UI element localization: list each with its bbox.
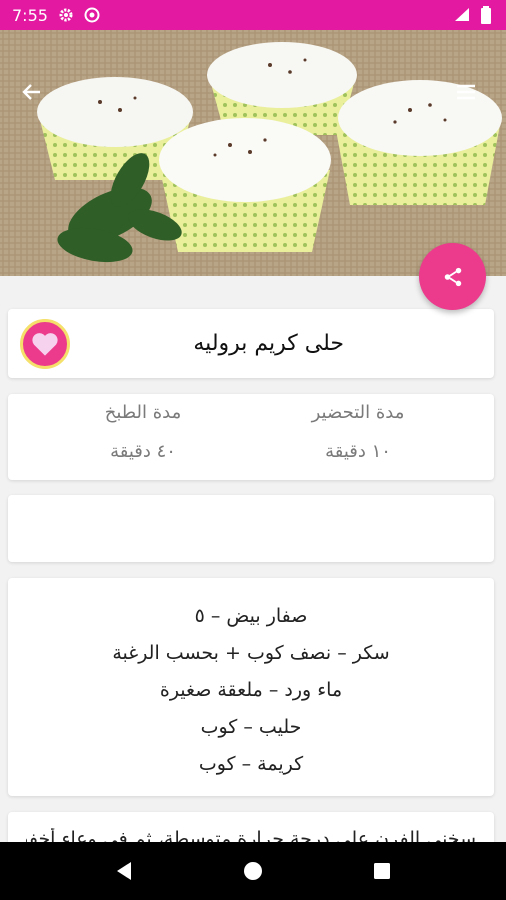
recipe-hero-image <box>0 30 506 276</box>
arrow-left-icon <box>22 84 40 100</box>
prep-time-label: مدة التحضير <box>311 402 405 423</box>
favorite-button[interactable] <box>20 319 70 369</box>
time-card: مدة التحضير ١٠ دقيقة مدة الطبخ ٤٠ دقيقة <box>8 394 494 480</box>
prep-time-value: ١٠ دقيقة <box>325 441 391 462</box>
status-bar: 7:55 <box>0 0 506 30</box>
cook-time-value: ٤٠ دقيقة <box>110 441 176 462</box>
nav-back-button[interactable] <box>104 851 144 891</box>
ingredients-card: صفار بيض – ٥ سكر – نصف كوب + بحسب الرغبة… <box>8 578 494 796</box>
nav-back-icon <box>117 862 132 880</box>
share-button[interactable] <box>419 243 486 310</box>
ingredient-line: سكر – نصف كوب + بحسب الرغبة <box>112 642 390 664</box>
hamburger-menu-icon <box>457 84 475 100</box>
cook-time-label: مدة الطبخ <box>104 402 182 423</box>
ingredient-line: حليب – كوب <box>200 716 302 738</box>
cook-time: مدة الطبخ ٤٠ دقيقة <box>68 394 218 462</box>
nav-home-button[interactable] <box>233 851 273 891</box>
settings-icon <box>58 7 74 23</box>
recipe-title-card: حلى كريم بروليه <box>8 309 494 378</box>
system-nav-bar <box>0 842 506 900</box>
menu-button[interactable] <box>454 80 486 112</box>
ingredient-line: صفار بيض – ٥ <box>194 605 308 627</box>
prep-time: مدة التحضير ١٠ دقيقة <box>278 394 438 462</box>
battery-icon <box>478 6 494 24</box>
back-button[interactable] <box>20 80 52 112</box>
share-icon <box>444 267 461 286</box>
sync-icon <box>84 7 100 23</box>
nav-home-icon <box>243 862 262 880</box>
status-time: 7:55 <box>12 5 48 25</box>
wifi-icon <box>454 7 470 23</box>
ingredient-line: كريمة – كوب <box>198 753 304 775</box>
nav-recents-icon <box>373 863 390 879</box>
ingredient-line: ماء ورد – ملعقة صغيرة <box>159 679 343 701</box>
empty-card <box>8 495 494 562</box>
nav-recents-button[interactable] <box>362 851 402 891</box>
recipe-title: حلى كريم بروليه <box>193 331 344 356</box>
heart-icon <box>32 333 58 356</box>
